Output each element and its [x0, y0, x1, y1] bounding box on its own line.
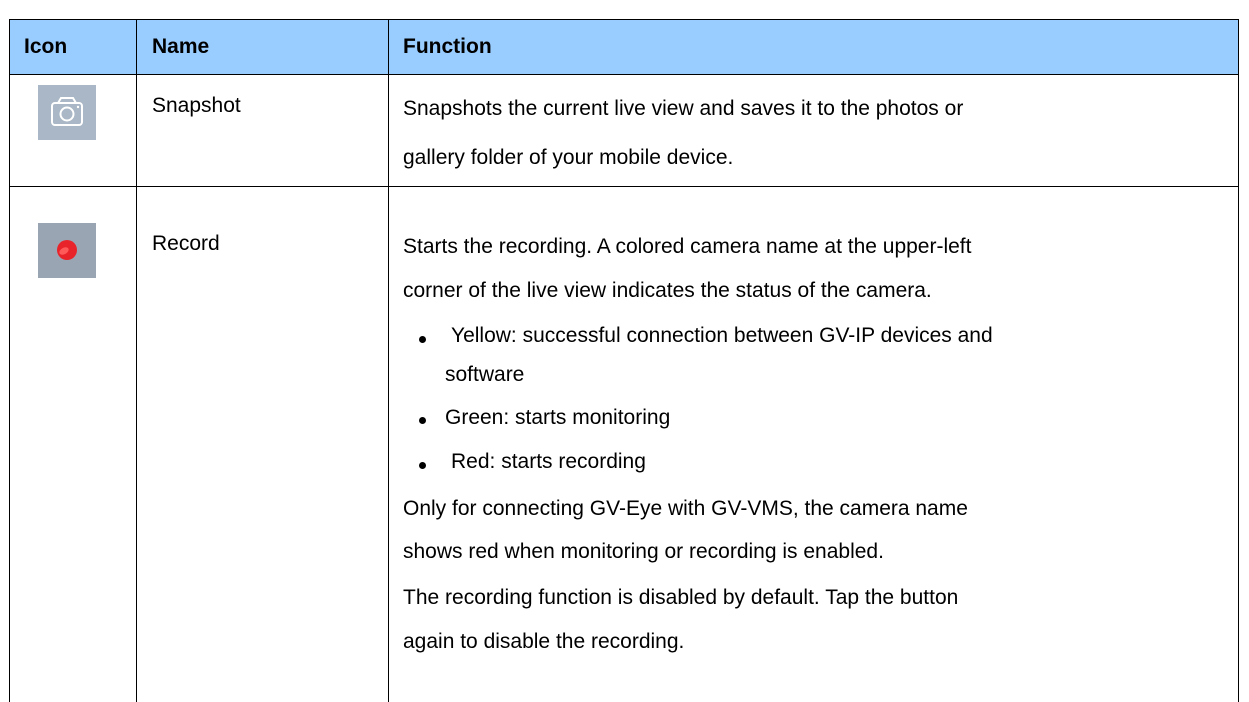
record-intro-line-2: corner of the live view indicates the st…: [403, 279, 932, 302]
bullet-yellow-line-2: software: [445, 363, 525, 386]
record-note2-line-1: The recording function is disabled by de…: [403, 586, 959, 609]
column-divider-name-function: [388, 19, 389, 702]
record-note1-line-1: Only for connecting GV-Eye with GV-VMS, …: [403, 497, 968, 520]
bullet-dot: [419, 336, 426, 343]
row-name-record: Record: [152, 232, 220, 255]
record-note2-line-2: again to disable the recording.: [403, 630, 685, 653]
snapshot-function-line-2: gallery folder of your mobile device.: [403, 146, 734, 169]
bullet-yellow-line-1: Yellow: successful connection between GV…: [451, 324, 993, 347]
header-bottom-border: [9, 74, 1239, 75]
snapshot-function-line-1: Snapshots the current live view and save…: [403, 97, 964, 120]
bullet-green: Green: starts monitoring: [445, 406, 671, 429]
record-icon: [38, 223, 96, 278]
record-intro-line-1: Starts the recording. A colored camera n…: [403, 235, 972, 258]
table-right-border: [1238, 19, 1239, 702]
bullet-dot: [419, 417, 426, 424]
row-name-snapshot: Snapshot: [152, 94, 241, 117]
row-divider: [9, 186, 1239, 187]
table-left-border: [9, 19, 10, 702]
column-divider-icon-name: [136, 19, 137, 702]
header-icon: Icon: [24, 35, 68, 58]
bullet-red: Red: starts recording: [451, 450, 646, 473]
header-name: Name: [152, 35, 210, 58]
record-note1-line-2: shows red when monitoring or recording i…: [403, 540, 884, 563]
bullet-dot: [419, 462, 426, 469]
header-function: Function: [403, 35, 492, 58]
camera-icon: [38, 85, 96, 140]
